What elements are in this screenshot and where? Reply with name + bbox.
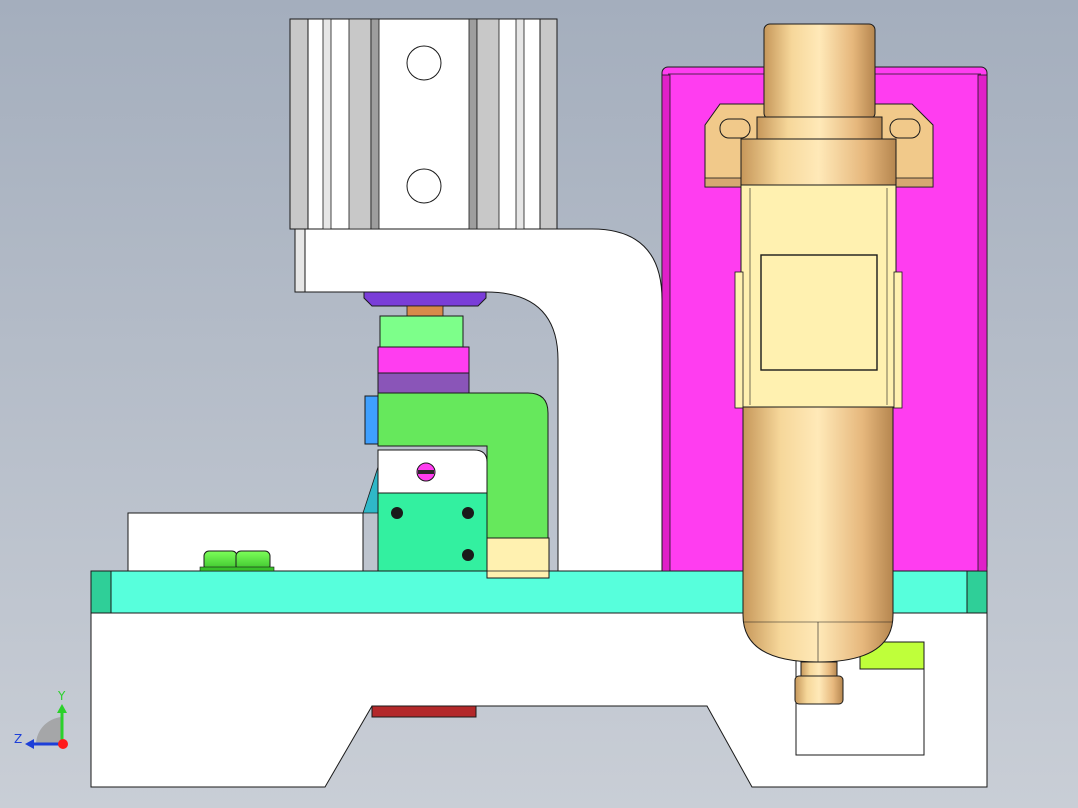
filter-drain-neck xyxy=(800,661,838,677)
filter-gauge-window xyxy=(760,254,878,371)
cyan-plate-left-cap xyxy=(90,570,112,614)
filter-drain-cap xyxy=(794,675,844,705)
copper-rod xyxy=(406,305,444,317)
bracket-slot-right xyxy=(889,118,921,139)
air-cylinder-rib-6 xyxy=(476,18,500,230)
block-screw-2 xyxy=(462,507,474,519)
filter-upper-housing xyxy=(740,138,897,186)
blue-tab xyxy=(364,395,379,445)
air-cylinder-rib-3 xyxy=(348,18,372,230)
magenta-block xyxy=(377,346,470,374)
triad-origin xyxy=(58,739,68,749)
violet-nut xyxy=(363,291,487,307)
triad-y-label: Y xyxy=(57,689,66,703)
filter-side-tab-left xyxy=(734,271,744,409)
cylinder-bolt-hole-top xyxy=(406,45,442,81)
cad-viewport[interactable]: Y Z xyxy=(0,0,1078,808)
cylinder-bolt-hole-bottom xyxy=(406,168,442,204)
green-pad-base xyxy=(199,566,275,572)
filter-side-tab-right xyxy=(893,271,903,409)
block-screw-3 xyxy=(462,549,474,561)
filter-top-knob xyxy=(763,23,876,120)
air-cylinder-rib-5 xyxy=(468,18,478,230)
assembly-drawing[interactable]: Y Z xyxy=(0,0,1078,808)
c-frame-lip xyxy=(294,228,306,293)
magenta-panel-edge-left xyxy=(661,74,671,572)
cyan-plate-right-cap xyxy=(966,570,988,614)
light-green-block xyxy=(379,315,464,348)
magenta-panel-edge-right xyxy=(977,74,988,572)
cream-foot xyxy=(486,537,550,579)
guide-housing-screw-slot xyxy=(418,470,434,474)
base-red-bar xyxy=(371,705,477,718)
block-screw-1 xyxy=(391,507,403,519)
bracket-slot-left xyxy=(719,118,751,139)
air-cylinder-rib-1 xyxy=(289,18,309,230)
air-cylinder-rib-8 xyxy=(539,18,558,230)
triad-z-label: Z xyxy=(14,732,22,746)
air-cylinder-rib-7 xyxy=(515,18,525,230)
air-cylinder-rib-2 xyxy=(322,18,332,230)
purple-block xyxy=(377,372,470,394)
filter-top-collar xyxy=(756,116,883,140)
air-cylinder-rib-4 xyxy=(370,18,380,230)
